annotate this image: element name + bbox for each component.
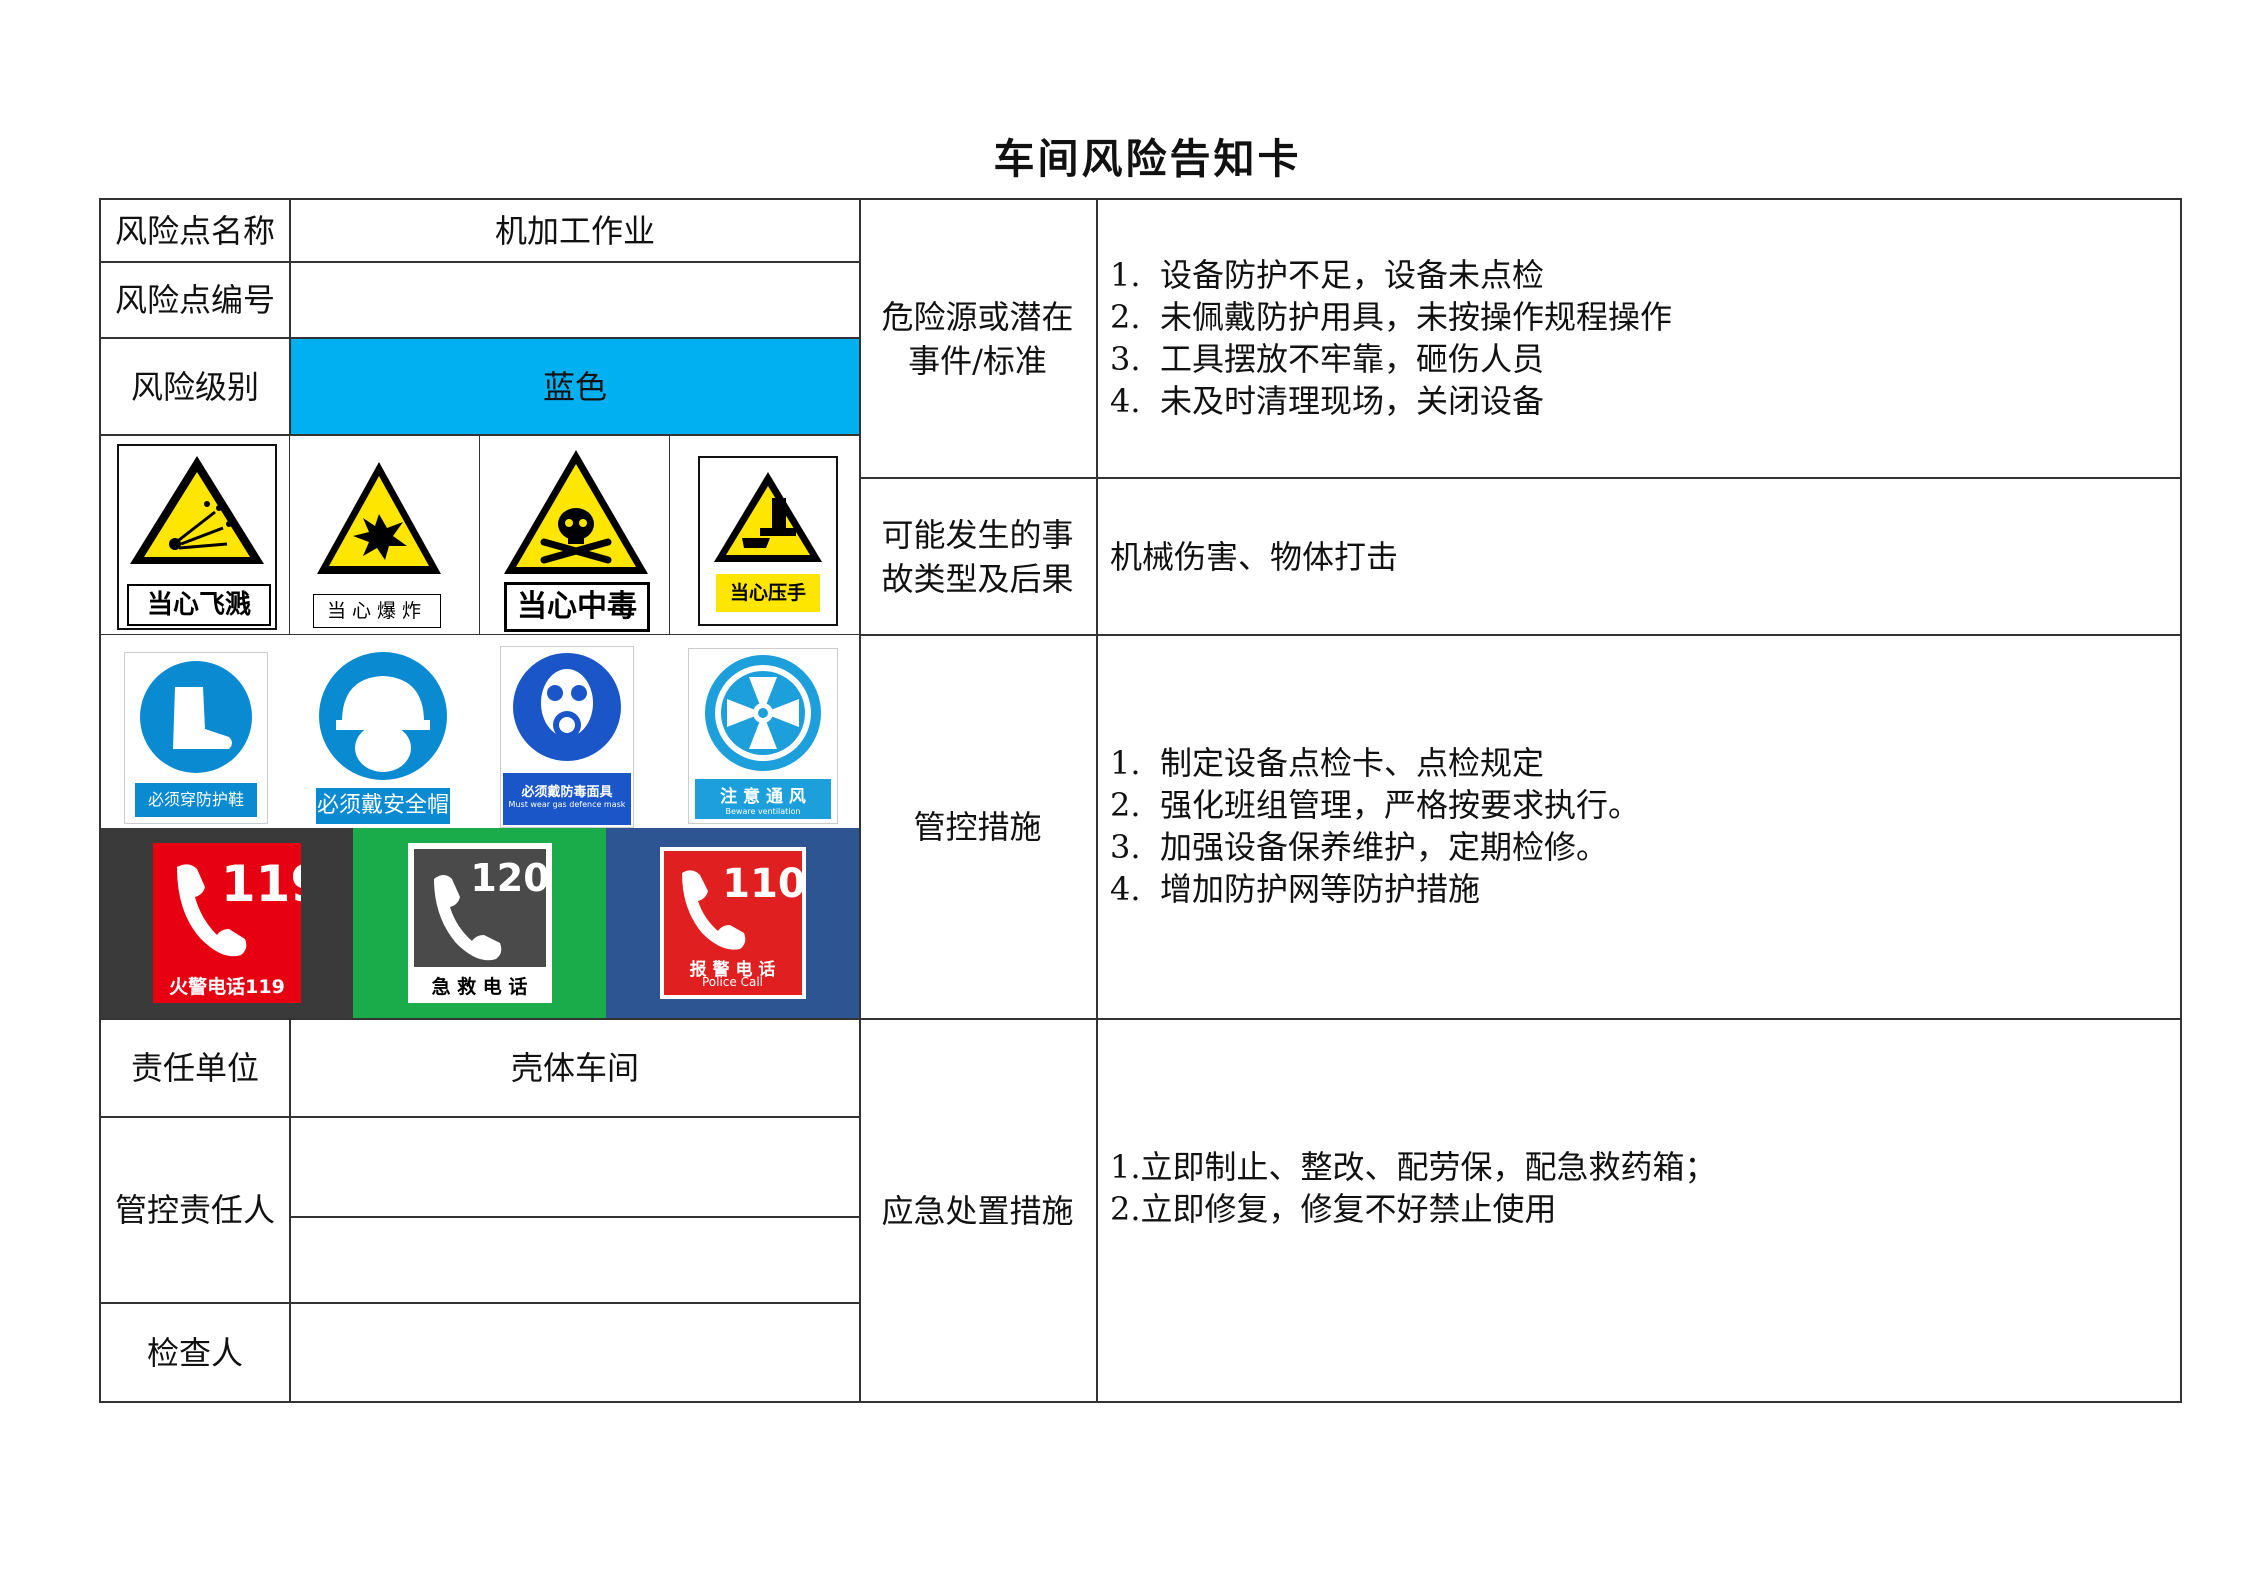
list-item: 1. 制定设备点检卡、点检规定	[1110, 744, 1545, 782]
ambulance-phone-panel: 120 急 救 电 话	[353, 828, 606, 1018]
list-item: 3. 工具摆放不牢靠，砸伤人员	[1110, 340, 1545, 378]
mandatory-sign-caption-en: Beware ventilation	[725, 807, 801, 816]
mandatory-sign-helmet: 必须戴安全帽	[306, 648, 460, 828]
warning-sign-crush: 当心压手	[698, 456, 838, 626]
phone-caption-en: Police Call	[701, 975, 763, 989]
risk-level-value: 蓝色	[542, 367, 607, 406]
ventilation-fan-icon	[705, 655, 821, 771]
telephone-icon: 119	[177, 855, 325, 957]
risk-level-label: 风险级别	[130, 367, 259, 406]
risk-name-value: 机加工作业	[494, 211, 655, 250]
mandatory-sign-caption-en: Must wear gas defence mask	[508, 800, 626, 809]
police-phone-sign: 110 报 警 电 话 Police Call	[659, 847, 806, 999]
fire-phone-panel: 119 火警电话119	[101, 828, 353, 1018]
accident-label: 可能发生的事故类型及后果	[881, 515, 1074, 598]
phone-caption: 火警电话119	[169, 976, 285, 998]
emergency-list: 1.立即制止、整改、配劳保，配急救药箱； 2.立即修复，修复不好禁止使用	[1110, 1146, 1717, 1230]
mandatory-sign-caption-block: 必须戴防毒面具 Must wear gas defence mask	[503, 773, 631, 825]
control-label: 管控措施	[913, 808, 1042, 846]
safety-boot-icon	[140, 661, 252, 773]
phone-number: 120	[470, 856, 546, 900]
responsible-unit-label: 责任单位	[130, 1049, 259, 1087]
warning-sign-caption: 当心爆炸	[313, 594, 441, 628]
risk-name-label: 风险点名称	[114, 211, 275, 250]
telephone-icon: 120	[433, 856, 549, 961]
list-item: 1. 设备防护不足，设备未点检	[1110, 256, 1545, 294]
inspector-label: 检查人	[146, 1333, 243, 1372]
accident-value: 机械伤害、物体打击	[1110, 537, 1399, 576]
list-item: 3. 加强设备保养维护，定期检修。	[1110, 828, 1609, 866]
warning-sign-caption: 当心飞溅	[127, 584, 271, 626]
emergency-label: 应急处置措施	[881, 1191, 1074, 1230]
flying-debris-icon	[130, 456, 264, 564]
list-item: 4. 未及时清理现场，关闭设备	[1110, 382, 1545, 420]
list-item: 2. 未佩戴防护用具，未按操作规程操作	[1110, 298, 1673, 336]
control-list: 1. 制定设备点检卡、点检规定 2. 强化班组管理，严格按要求执行。 3. 加强设备保…	[1110, 742, 1640, 910]
risk-code-label: 风险点编号	[114, 281, 275, 319]
mandatory-sign-caption: 必须戴防毒面具	[521, 785, 613, 800]
safety-helmet-icon	[319, 652, 447, 780]
mandatory-sign-gas-mask: 必须戴防毒面具 Must wear gas defence mask	[500, 646, 634, 828]
telephone-icon: 110	[681, 861, 805, 950]
police-phone-panel: 110 报 警 电 话 Police Call	[606, 828, 859, 1018]
page-title: 车间风险告知卡	[993, 135, 1302, 183]
mandatory-sign-shoes: 必须穿防护鞋	[124, 652, 268, 824]
list-item: 1.立即制止、整改、配劳保，配急救药箱；	[1110, 1148, 1717, 1186]
skull-crossbones-icon	[504, 450, 648, 574]
list-item: 2. 强化班组管理，严格按要求执行。	[1110, 786, 1641, 824]
risk-code-value	[291, 263, 859, 337]
list-item: 2.立即修复，修复不好禁止使用	[1110, 1190, 1557, 1228]
hazard-list: 1. 设备防护不足，设备未点检 2. 未佩戴防护用具，未按操作规程操作 3. 工具摆放…	[1110, 254, 1672, 422]
control-person-label: 管控责任人	[114, 1191, 275, 1229]
mandatory-sign-caption: 必须戴安全帽	[316, 788, 450, 824]
mandatory-sign-caption: 必须穿防护鞋	[135, 783, 257, 817]
warning-sign-explosion: 当心爆炸	[313, 456, 445, 628]
mandatory-sign-caption: 注 意 通 风	[720, 787, 806, 807]
hand-crush-icon	[714, 472, 822, 562]
explosion-icon	[317, 462, 441, 574]
fire-phone-sign: 119 火警电话119	[153, 843, 325, 1003]
phone-number: 110	[722, 861, 802, 907]
warning-sign-caption: 当心压手	[716, 574, 820, 612]
gas-mask-icon	[513, 653, 621, 761]
hazard-label: 危险源或潜在事件/标准	[881, 297, 1074, 380]
phone-number: 119	[221, 855, 301, 913]
ambulance-phone-sign: 120 急 救 电 话	[407, 843, 552, 1003]
warning-sign-poison: 当心中毒	[500, 446, 652, 632]
phone-caption: 急 救 电 话	[431, 976, 528, 998]
warning-sign-flying: 当心飞溅	[117, 444, 277, 630]
mandatory-sign-ventilation: 注 意 通 风 Beware ventilation	[688, 648, 838, 824]
warning-sign-caption: 当心中毒	[504, 582, 650, 632]
list-item: 4. 增加防护网等防护措施	[1110, 870, 1481, 908]
mandatory-sign-caption-block: 注 意 通 风 Beware ventilation	[695, 779, 831, 819]
responsible-unit-value: 壳体车间	[510, 1049, 639, 1087]
